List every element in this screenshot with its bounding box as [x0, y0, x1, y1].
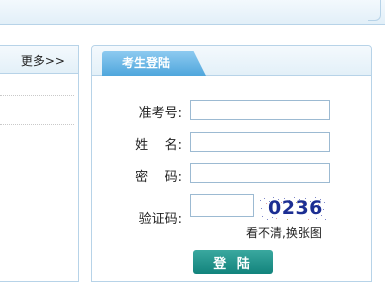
captcha-label-box: 验证码: — [122, 205, 182, 227]
password-label: 密 码: — [135, 170, 182, 185]
login-panel-header: 考生登陆 — [92, 46, 371, 76]
captcha-code: 0236 — [268, 197, 323, 219]
login-button[interactable]: 登 陆 — [193, 250, 273, 274]
captcha-image[interactable]: 0236 — [258, 196, 328, 222]
exam-no-label-box: 准考号: — [122, 99, 182, 121]
news-divider — [0, 95, 74, 96]
captcha-input[interactable] — [190, 194, 254, 217]
captcha-label: 验证码: — [138, 212, 182, 227]
more-link[interactable]: 更多>> — [21, 52, 65, 69]
name-label: 姓 名: — [135, 138, 182, 153]
login-tab-title: 考生登陆 — [102, 51, 206, 76]
banner-corner — [368, 0, 381, 21]
news-divider — [0, 124, 74, 125]
login-panel: 考生登陆 准考号: 姓 名: 密 码: 验证码: 0236 看不清,换张图 登 … — [91, 45, 372, 282]
name-label-box: 姓 名: — [122, 131, 182, 153]
refresh-captcha-link[interactable]: 看不清,换张图 — [246, 224, 322, 241]
top-banner — [0, 0, 385, 25]
exam-no-label: 准考号: — [138, 106, 182, 121]
news-panel: 更多>> — [0, 45, 79, 282]
password-input[interactable] — [190, 163, 330, 183]
password-label-box: 密 码: — [122, 163, 182, 185]
name-input[interactable] — [190, 132, 330, 152]
exam-no-input[interactable] — [190, 100, 330, 120]
news-panel-header: 更多>> — [0, 46, 78, 74]
